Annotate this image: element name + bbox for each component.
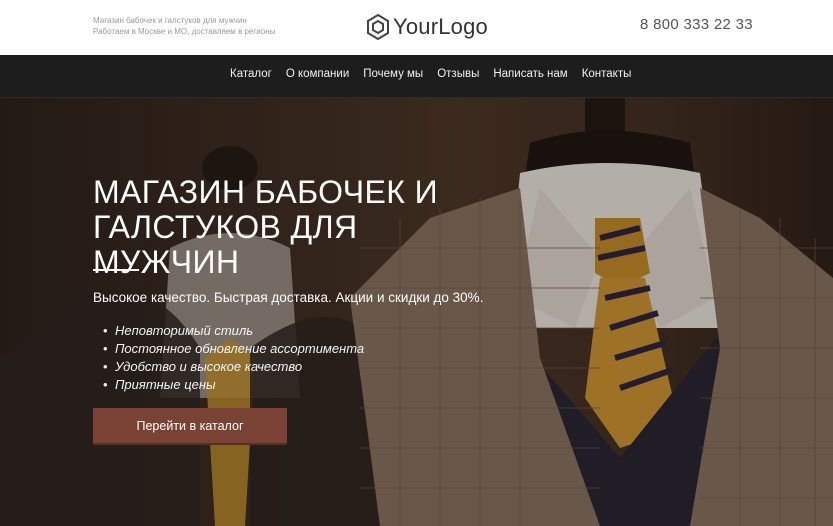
nav-item-write-us[interactable]: Написать нам bbox=[493, 68, 567, 80]
site-logo[interactable]: YourLogo bbox=[366, 14, 488, 40]
hero-feature-item: Неповторимый стиль bbox=[103, 322, 364, 340]
hero-feature-item: Удобство и высокое качество bbox=[103, 358, 364, 376]
hero-divider bbox=[93, 269, 139, 271]
logo-text: YourLogo bbox=[393, 14, 488, 39]
tagline-line-2: Работаем в Москве и МО, доставляем в рег… bbox=[93, 27, 276, 36]
hero-feature-list: Неповторимый стиль Постоянное обновление… bbox=[103, 322, 364, 394]
hero-section: МАГАЗИН БАБОЧЕК И ГАЛСТУКОВ ДЛЯ МУЖЧИН В… bbox=[0, 98, 833, 526]
nav-item-catalog[interactable]: Каталог bbox=[230, 68, 272, 80]
nav-item-why-us[interactable]: Почему мы bbox=[363, 68, 423, 80]
hero-overlay bbox=[0, 98, 833, 526]
header-tagline: Магазин бабочек и галстуков для мужчин Р… bbox=[93, 15, 275, 37]
nav-items: Каталог О компании Почему мы Отзывы Напи… bbox=[230, 68, 645, 80]
header-phone[interactable]: 8 800 333 22 33 bbox=[640, 16, 753, 33]
hero-feature-item: Приятные цены bbox=[103, 376, 364, 394]
hero-subtitle: Высокое качество. Быстрая доставка. Акци… bbox=[93, 290, 484, 305]
nav-item-reviews[interactable]: Отзывы bbox=[437, 68, 479, 80]
nav-item-contacts[interactable]: Контакты bbox=[582, 68, 632, 80]
nav-item-about[interactable]: О компании bbox=[286, 68, 349, 80]
hero-feature-item: Постоянное обновление ассортимента bbox=[103, 340, 364, 358]
tagline-line-1: Магазин бабочек и галстуков для мужчин bbox=[93, 16, 247, 25]
hero-title: МАГАЗИН БАБОЧЕК И ГАЛСТУКОВ ДЛЯ МУЖЧИН bbox=[93, 174, 438, 280]
hexagon-logo-icon bbox=[367, 14, 389, 40]
go-to-catalog-button[interactable]: Перейти в каталог bbox=[93, 408, 287, 443]
site-header: Магазин бабочек и галстуков для мужчин Р… bbox=[0, 0, 833, 55]
main-nav: Каталог О компании Почему мы Отзывы Напи… bbox=[0, 55, 833, 98]
